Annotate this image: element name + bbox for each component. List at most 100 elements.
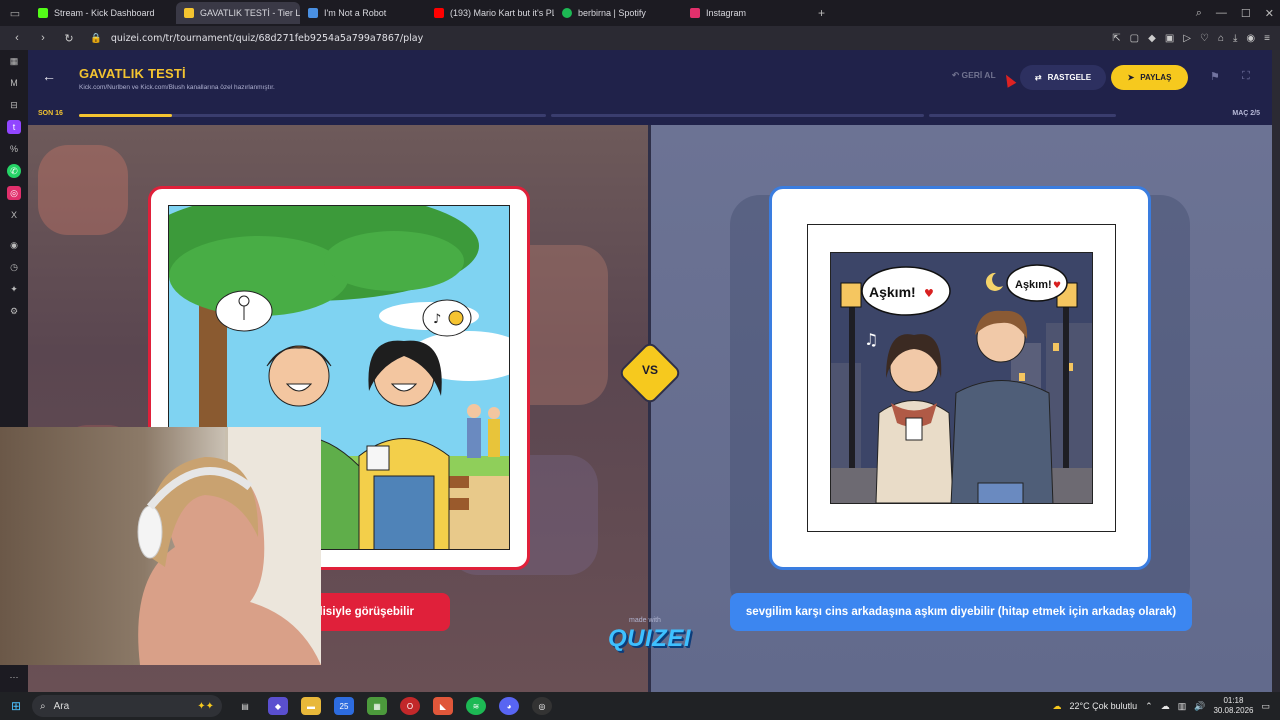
progress-fill (79, 114, 173, 117)
share-button[interactable]: ➤ PAYLAŞ (1111, 65, 1188, 90)
bookmarks-icon[interactable]: ⊟ (7, 98, 21, 112)
vs-label: VS (641, 363, 658, 377)
flag-icon[interactable]: ⚑ (1210, 70, 1220, 83)
couple-illustration-frame: Aşkım! ♥ Aşkım! ♥ ♫ (807, 224, 1116, 532)
file-explorer-icon[interactable]: ▬ (301, 697, 321, 715)
robot-icon (308, 8, 318, 18)
opera-icon[interactable]: O (400, 697, 420, 715)
task-view-icon[interactable]: ▤ (235, 697, 255, 715)
more-icon[interactable]: ⋯ (7, 670, 21, 684)
maximize-icon[interactable]: ☐ (1241, 7, 1251, 20)
volume-icon[interactable]: 🔊 (1194, 701, 1205, 712)
tab-youtube[interactable]: (193) Mario Kart but it's PL (426, 2, 554, 24)
camera-icon[interactable]: ◉ (1246, 33, 1255, 44)
random-button[interactable]: ⇄ RASTGELE (1020, 65, 1106, 90)
kick-icon (38, 8, 48, 18)
shield-icon[interactable]: ◆ (1148, 33, 1156, 44)
window-controls: ⌕ — ☐ ✕ (1196, 0, 1274, 26)
pin-icon[interactable]: ▣ (1165, 33, 1174, 44)
tab-kick-dashboard[interactable]: Stream - Kick Dashboard (30, 2, 176, 24)
fullscreen-icon[interactable]: ⛶ (1242, 70, 1250, 83)
taskbar-search[interactable]: ⌕ Ara ✦✦ (32, 695, 222, 717)
svg-text:♫: ♫ (864, 330, 878, 349)
close-icon[interactable]: ✕ (1265, 7, 1274, 20)
discord-icon[interactable]: ◕ (499, 697, 519, 715)
tab-instagram[interactable]: Instagram (682, 2, 808, 24)
spotify-icon (562, 8, 572, 18)
cloud-icon[interactable]: ☁ (1161, 701, 1170, 712)
share-page-icon[interactable]: ⇱ (1112, 33, 1120, 44)
url-field[interactable]: 🔒 quizei.com/tr/tournament/quiz/68d271fe… (90, 33, 423, 44)
progress-bar (79, 114, 546, 117)
history-icon[interactable]: ◷ (7, 260, 21, 274)
favorite-icon[interactable]: ♡ (1200, 33, 1209, 44)
new-tab-icon[interactable]: + (818, 6, 825, 20)
quizei-icon (184, 8, 194, 18)
speech-bubble-right: Aşkım! (1015, 279, 1052, 291)
back-arrow-icon[interactable]: ← (42, 68, 56, 84)
back-icon[interactable]: ‹ (8, 32, 26, 44)
right-option-card[interactable]: Aşkım! ♥ Aşkım! ♥ ♫ (769, 186, 1151, 570)
wallet-icon[interactable]: ⌂ (1218, 33, 1224, 44)
player-icon[interactable]: ◉ (7, 238, 21, 252)
match-counter: MAÇ 2/5 (1232, 110, 1260, 117)
couple-illustration: Aşkım! ♥ Aşkım! ♥ ♫ (830, 252, 1093, 504)
reload-icon[interactable]: ↻ (60, 32, 78, 45)
webcam-overlay (0, 427, 321, 665)
search-icon: ⌕ (40, 700, 46, 712)
speech-bubble-left: Aşkım! (869, 284, 916, 300)
svg-text:♥: ♥ (1053, 281, 1061, 291)
tab-spotify[interactable]: berbirna | Spotify (554, 2, 682, 24)
tray-expand-icon[interactable]: ⌃ (1145, 701, 1153, 712)
percent-icon[interactable]: % (7, 142, 21, 156)
weather-text[interactable]: 22°C Çok bulutlu (1070, 701, 1138, 711)
quiz-header: ← GAVATLIK TESTİ Kick.com/Nurlben ve Kic… (28, 50, 1272, 105)
fox-app-icon[interactable]: ◣ (433, 697, 453, 715)
youtube-icon (434, 8, 444, 18)
progress-segment (551, 114, 924, 117)
screenshot-icon[interactable]: ▢ (1130, 33, 1139, 44)
extensions-icon[interactable]: ✦ (7, 282, 21, 296)
page-subtitle: Kick.com/Nurlben ve Kick.com/Blush kanal… (79, 84, 275, 91)
instagram-side-icon[interactable]: ◎ (7, 186, 21, 200)
mouse-cursor-icon (1001, 72, 1017, 88)
network-icon[interactable]: ▥ (1178, 701, 1187, 712)
made-with-label: made with (629, 617, 661, 624)
round-label: SON 16 (38, 110, 63, 117)
streamer-silhouette (137, 457, 321, 665)
search-tabs-icon[interactable]: ⌕ (1196, 7, 1202, 20)
play-icon[interactable]: ▷ (1183, 33, 1191, 44)
gmail-icon[interactable]: M (7, 76, 21, 90)
tab-not-a-robot[interactable]: I'm Not a Robot (300, 2, 426, 24)
download-icon[interactable]: ⤓ (1233, 33, 1237, 44)
speed-dial-icon[interactable]: ▦ (7, 54, 21, 68)
menu-icon[interactable]: ≡ (1264, 33, 1270, 44)
tab-gavatlik-testi[interactable]: GAVATLIK TESTİ - Tier List (176, 2, 300, 24)
forward-icon[interactable]: › (34, 32, 52, 44)
shuffle-icon: ⇄ (1034, 73, 1042, 82)
notification-icon[interactable]: ▭ (1261, 701, 1270, 712)
bg-blur (38, 145, 128, 235)
twitch-icon[interactable]: t (7, 120, 21, 134)
page-title: GAVATLIK TESTİ (79, 66, 186, 81)
undo-button[interactable]: ↶ GERİ AL (952, 70, 996, 81)
settings-icon[interactable]: ⚙ (7, 304, 21, 318)
mail-icon[interactable]: 25 (334, 697, 354, 715)
right-answer-label[interactable]: sevgilim karşı cins arkadaşına aşkım diy… (730, 593, 1192, 631)
minimize-icon[interactable]: — (1216, 7, 1227, 19)
taskbar: ⊞ ⌕ Ara ✦✦ ▤ ◆ ▬ 25 ▦ O ◣ ≋ ◕ ◎ ☁ 22°C Ç… (0, 692, 1280, 720)
copilot-icon[interactable]: ◆ (268, 697, 288, 715)
quizei-logo[interactable]: QUIZEI (608, 625, 691, 653)
clock[interactable]: 01:18 30.08.2026 (1213, 696, 1253, 716)
address-bar: ‹ › ↻ 🔒 quizei.com/tr/tournament/quiz/68… (0, 26, 1280, 50)
obs-icon[interactable]: ◎ (532, 697, 552, 715)
progress-row: SON 16 MAÇ 2/5 (28, 105, 1272, 125)
tab-overview-icon[interactable]: ▭ (0, 0, 30, 26)
start-icon[interactable]: ⊞ (0, 699, 32, 713)
spotify-taskbar-icon[interactable]: ≋ (466, 697, 486, 715)
page-scrollbar[interactable] (1272, 50, 1280, 692)
x-icon[interactable]: X (7, 208, 21, 222)
store-icon[interactable]: ▦ (367, 697, 387, 715)
whatsapp-icon[interactable]: ✆ (7, 164, 21, 178)
sparkle-icon: ✦✦ (197, 700, 214, 712)
